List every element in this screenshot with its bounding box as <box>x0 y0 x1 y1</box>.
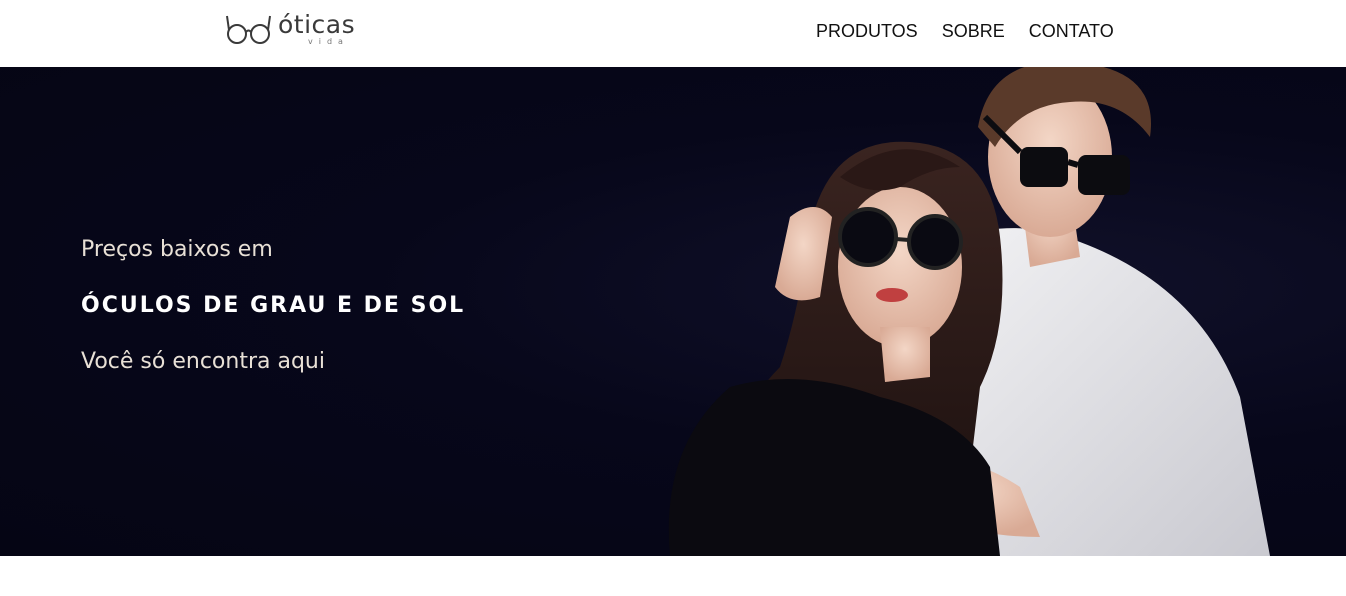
nav-contato[interactable]: CONTATO <box>1029 19 1114 43</box>
hero-banner: Preços baixos em ÓCULOS DE GRAU E DE SOL… <box>0 67 1346 556</box>
brand-name: óticas <box>278 10 356 39</box>
hero-line-1: Preços baixos em <box>81 237 273 262</box>
hero-photo <box>668 67 1270 556</box>
main-nav: PRODUTOS SOBRE CONTATO <box>816 19 1114 43</box>
brand-subtitle: vida <box>308 37 349 46</box>
hero-headline: ÓCULOS DE GRAU E DE SOL <box>81 293 466 318</box>
nav-sobre[interactable]: SOBRE <box>942 19 1005 43</box>
brand-logo[interactable]: óticas vida <box>226 10 355 50</box>
hero-line-3: Você só encontra aqui <box>81 349 325 374</box>
nav-produtos[interactable]: PRODUTOS <box>816 19 918 43</box>
hero-copy: Preços baixos em ÓCULOS DE GRAU E DE SOL… <box>81 235 465 377</box>
site-header: óticas vida PRODUTOS SOBRE CONTATO <box>0 0 1346 67</box>
glasses-icon <box>226 15 271 44</box>
